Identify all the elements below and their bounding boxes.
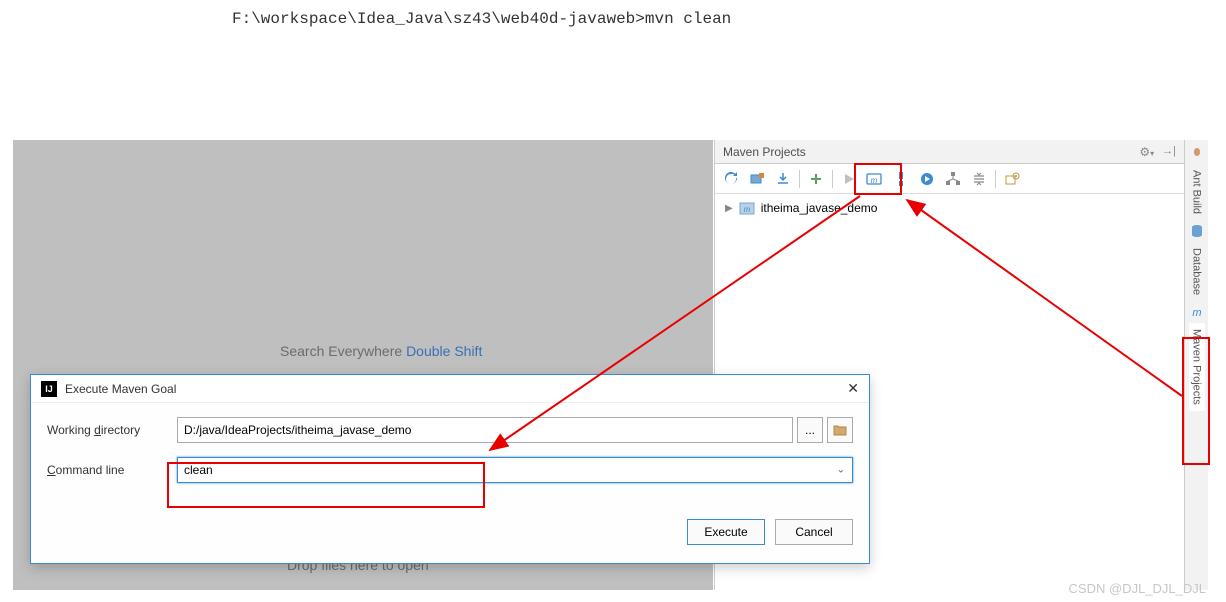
folder-icon[interactable]	[827, 417, 853, 443]
working-directory-label: Working directory	[47, 423, 177, 437]
cancel-button[interactable]: Cancel	[775, 519, 853, 545]
dialog-title: Execute Maven Goal	[65, 382, 176, 396]
maven-toolbar: m	[715, 164, 1184, 194]
gear-icon[interactable]: ⚙▾	[1139, 145, 1154, 159]
tab-maven-projects[interactable]: Maven Projects	[1189, 323, 1205, 411]
tab-ant-build[interactable]: Ant Build	[1189, 164, 1205, 220]
search-everywhere-hint: Search Everywhere Double Shift	[280, 343, 482, 359]
skip-tests-icon[interactable]	[915, 167, 939, 191]
working-directory-input[interactable]	[177, 417, 793, 443]
right-tool-bar: Ant Build Database m Maven Projects	[1184, 140, 1208, 590]
intellij-icon: IJ	[41, 381, 57, 397]
execute-goal-icon[interactable]: m	[863, 167, 887, 191]
module-icon: m	[739, 200, 755, 216]
command-line-label: Command line	[47, 463, 177, 477]
minimize-icon[interactable]: →|	[1162, 145, 1176, 159]
database-icon	[1190, 224, 1204, 238]
collapse-icon[interactable]	[967, 167, 991, 191]
generate-sources-icon[interactable]	[745, 167, 769, 191]
terminal-command: F:\workspace\Idea_Java\sz43\web40d-javaw…	[232, 10, 731, 28]
reimport-icon[interactable]	[719, 167, 743, 191]
command-line-input[interactable]	[177, 457, 853, 483]
ant-icon	[1190, 146, 1204, 160]
svg-text:m: m	[871, 176, 878, 185]
execute-button[interactable]: Execute	[687, 519, 765, 545]
watermark: CSDN @DJL_DJL_DJL	[1069, 581, 1206, 596]
expand-arrow-icon[interactable]: ▶	[725, 203, 733, 214]
project-tree-item[interactable]: ▶ m itheima_javase_demo	[715, 194, 1184, 222]
svg-text:m: m	[743, 205, 750, 214]
dialog-title-bar[interactable]: IJ Execute Maven Goal ✕	[31, 375, 869, 403]
svg-text:m: m	[1192, 307, 1201, 319]
add-icon[interactable]	[804, 167, 828, 191]
maven-tab-icon: m	[1190, 305, 1204, 319]
run-icon[interactable]	[837, 167, 861, 191]
project-name: itheima_javase_demo	[761, 201, 878, 215]
toggle-offline-icon[interactable]	[889, 167, 913, 191]
dependencies-icon[interactable]	[941, 167, 965, 191]
execute-maven-goal-dialog: IJ Execute Maven Goal ✕ Working director…	[30, 374, 870, 564]
panel-title-bar: Maven Projects ⚙▾ →|	[715, 140, 1184, 164]
close-icon[interactable]: ✕	[847, 380, 859, 397]
download-icon[interactable]	[771, 167, 795, 191]
browse-button[interactable]: ...	[797, 417, 823, 443]
search-label: Search Everywhere	[280, 343, 406, 359]
search-shortcut: Double Shift	[406, 343, 482, 359]
settings-icon[interactable]	[1000, 167, 1024, 191]
tab-database[interactable]: Database	[1189, 242, 1205, 301]
panel-title: Maven Projects	[723, 145, 806, 159]
